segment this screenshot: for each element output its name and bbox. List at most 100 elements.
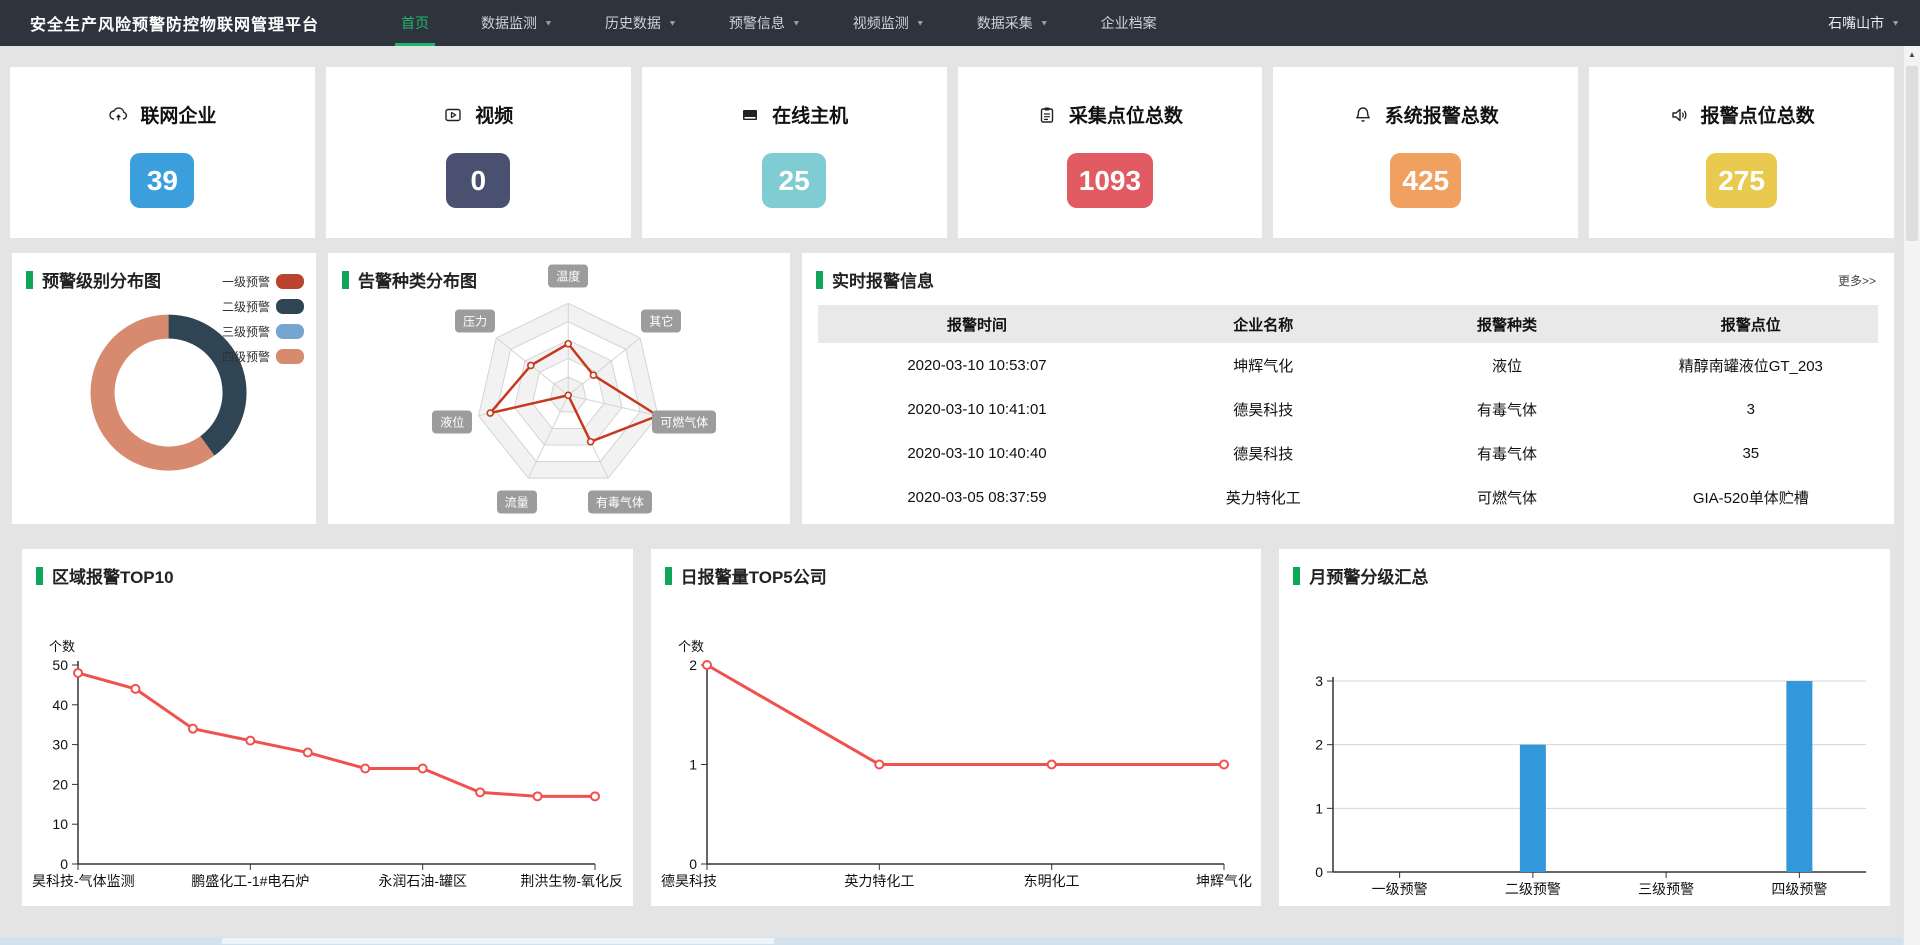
nav-label: 预警信息 xyxy=(729,13,785,33)
table-row: 2020-03-05 08:37:59 英力特化工 可燃气体 GIA-520单体… xyxy=(818,475,1878,519)
radar-axis-label: 流量 xyxy=(497,491,537,514)
svg-text:二级预警: 二级预警 xyxy=(1505,881,1561,897)
radar-axis-label: 压力 xyxy=(455,310,495,333)
top-navbar: 安全生产风险预警防控物联网管理平台 首页 数据监测 ▼ 历史数据 ▼ 预警信息 … xyxy=(0,0,1920,46)
cell-alarm-point: 35 xyxy=(1624,431,1878,475)
kpi-value-badge: 25 xyxy=(762,153,826,208)
cell-alarm-point: 精醇南罐液位GT_203 xyxy=(1624,343,1878,387)
svg-text:鹏盛化工-1#电石炉: 鹏盛化工-1#电石炉 xyxy=(191,873,309,889)
radar-axis-label: 可燃气体 xyxy=(652,410,716,433)
column-header: 报警时间 xyxy=(818,305,1136,343)
svg-text:个数: 个数 xyxy=(678,639,704,654)
region-label: 石嘴山市 xyxy=(1828,13,1884,33)
nav-item-enterprise-archive[interactable]: 企业档案 xyxy=(1075,0,1183,46)
horizontal-scrollbar[interactable] xyxy=(0,937,1903,945)
radar-axis-label: 液位 xyxy=(432,410,472,433)
kpi-label: 视频 xyxy=(475,101,513,128)
panel-title: 月预警分级汇总 xyxy=(1293,563,1428,588)
svg-text:30: 30 xyxy=(52,737,68,753)
cell-alarm-type: 液位 xyxy=(1390,343,1623,387)
kpi-value-badge: 1093 xyxy=(1067,153,1153,208)
nav-item-history-data[interactable]: 历史数据 ▼ xyxy=(579,0,703,46)
cell-enterprise: 坤辉气化 xyxy=(1136,343,1390,387)
nav-item-data-monitor[interactable]: 数据监测 ▼ xyxy=(455,0,579,46)
radar-axis-label: 其它 xyxy=(641,310,681,333)
cell-alarm-time: 2020-03-10 10:53:07 xyxy=(818,343,1136,387)
legend-swatch xyxy=(276,324,304,339)
title-bar-icon xyxy=(342,271,349,289)
nav-label: 视频监测 xyxy=(853,13,909,33)
nav-label: 企业档案 xyxy=(1101,13,1157,33)
panel-title: 区域报警TOP10 xyxy=(36,563,174,588)
more-link[interactable]: 更多>> xyxy=(1838,272,1876,289)
panel-title-text: 月预警分级汇总 xyxy=(1309,563,1428,588)
table-row: 2020-03-10 10:41:01 德昊科技 有毒气体 3 xyxy=(818,387,1878,431)
kpi-card-video: 视频 0 xyxy=(326,67,631,238)
cell-alarm-point: 3 xyxy=(1624,387,1878,431)
kpi-label: 在线主机 xyxy=(772,101,848,128)
panel-title: 实时报警信息 xyxy=(816,267,934,292)
middle-row: 预警级别分布图 一级预警 二级预警 三级预警 四级预警 告警种 xyxy=(12,253,1894,524)
panel-title-text: 告警种类分布图 xyxy=(358,267,477,292)
nav-label: 历史数据 xyxy=(605,13,661,33)
legend-item: 一级预警 xyxy=(222,269,304,294)
nav-item-warning-info[interactable]: 预警信息 ▼ xyxy=(703,0,827,46)
svg-text:坤辉气化: 坤辉气化 xyxy=(1196,873,1252,889)
chevron-down-icon: ▼ xyxy=(1040,19,1049,28)
legend-item: 二级预警 xyxy=(222,294,304,319)
chevron-down-icon: ▼ xyxy=(544,19,553,28)
column-header: 企业名称 xyxy=(1136,305,1390,343)
chevron-down-icon: ▼ xyxy=(1891,19,1900,28)
cell-alarm-time: 2020-03-10 10:41:01 xyxy=(818,387,1136,431)
alarm-type-radar-chart: 温度其它可燃气体有毒气体流量液位压力 xyxy=(328,253,790,524)
table-header-row: 报警时间 企业名称 报警种类 报警点位 xyxy=(818,305,1878,343)
svg-text:10: 10 xyxy=(52,816,68,832)
region-top10-panel: 区域报警TOP10 个数01020304050昊科技-气体监测鹏盛化工-1#电石… xyxy=(22,549,633,906)
warning-level-panel: 预警级别分布图 一级预警 二级预警 三级预警 四级预警 xyxy=(12,253,316,524)
radar-axis-label: 有毒气体 xyxy=(588,491,652,514)
realtime-alarm-table: 报警时间 企业名称 报警种类 报警点位 2020-03-10 10:53:07 … xyxy=(818,305,1878,519)
scroll-up-icon[interactable]: ▲ xyxy=(1904,46,1920,62)
kpi-value-badge: 425 xyxy=(1390,153,1461,208)
column-header: 报警点位 xyxy=(1624,305,1878,343)
nav-item-home[interactable]: 首页 xyxy=(375,0,455,46)
nav-item-video-monitor[interactable]: 视频监测 ▼ xyxy=(827,0,951,46)
monitor-icon xyxy=(740,105,760,125)
kpi-card-online-hosts: 在线主机 25 xyxy=(642,67,947,238)
daily-top5-panel: 日报警量TOP5公司 个数012德昊科技英力特化工东明化工坤辉气化 xyxy=(651,549,1262,906)
svg-text:1: 1 xyxy=(689,757,697,773)
clipboard-icon xyxy=(1037,105,1057,125)
svg-text:德昊科技: 德昊科技 xyxy=(661,873,717,889)
monthly-summary-chart: 0123一级预警二级预警三级预警四级预警 xyxy=(1289,593,1880,898)
cell-enterprise: 德昊科技 xyxy=(1136,387,1390,431)
legend-swatch xyxy=(276,349,304,364)
region-selector[interactable]: 石嘴山市 ▼ xyxy=(1828,13,1900,33)
table-row: 2020-03-10 10:53:07 坤辉气化 液位 精醇南罐液位GT_203 xyxy=(818,343,1878,387)
cell-alarm-type: 可燃气体 xyxy=(1390,475,1623,519)
panel-title: 日报警量TOP5公司 xyxy=(665,563,827,588)
monthly-summary-panel: 月预警分级汇总 0123一级预警二级预警三级预警四级预警 xyxy=(1279,549,1890,906)
chevron-down-icon: ▼ xyxy=(792,19,801,28)
legend-item: 三级预警 xyxy=(222,319,304,344)
horizontal-scrollbar-thumb[interactable] xyxy=(222,938,774,944)
region-top10-chart: 个数01020304050昊科技-气体监测鹏盛化工-1#电石炉永润石油-罐区荆洪… xyxy=(32,593,623,898)
panel-title-text: 区域报警TOP10 xyxy=(52,563,174,588)
kpi-label: 联网企业 xyxy=(140,101,216,128)
video-icon xyxy=(443,105,463,125)
nav-item-data-collection[interactable]: 数据采集 ▼ xyxy=(951,0,1075,46)
vertical-scrollbar[interactable]: ▲ xyxy=(1903,46,1920,945)
svg-text:个数: 个数 xyxy=(49,639,75,654)
cell-enterprise: 英力特化工 xyxy=(1136,475,1390,519)
cell-alarm-type: 有毒气体 xyxy=(1390,387,1623,431)
legend-swatch xyxy=(276,274,304,289)
svg-text:0: 0 xyxy=(60,856,68,872)
cloud-upload-icon xyxy=(108,105,128,125)
vertical-scrollbar-thumb[interactable] xyxy=(1906,66,1918,241)
svg-text:0: 0 xyxy=(1316,864,1324,880)
kpi-card-connected-enterprises: 联网企业 39 xyxy=(10,67,315,238)
cell-enterprise: 德昊科技 xyxy=(1136,431,1390,475)
kpi-card-system-alarms: 系统报警总数 425 xyxy=(1273,67,1578,238)
speaker-icon xyxy=(1669,105,1689,125)
nav-label: 数据监测 xyxy=(481,13,537,33)
svg-text:2: 2 xyxy=(1316,737,1324,753)
